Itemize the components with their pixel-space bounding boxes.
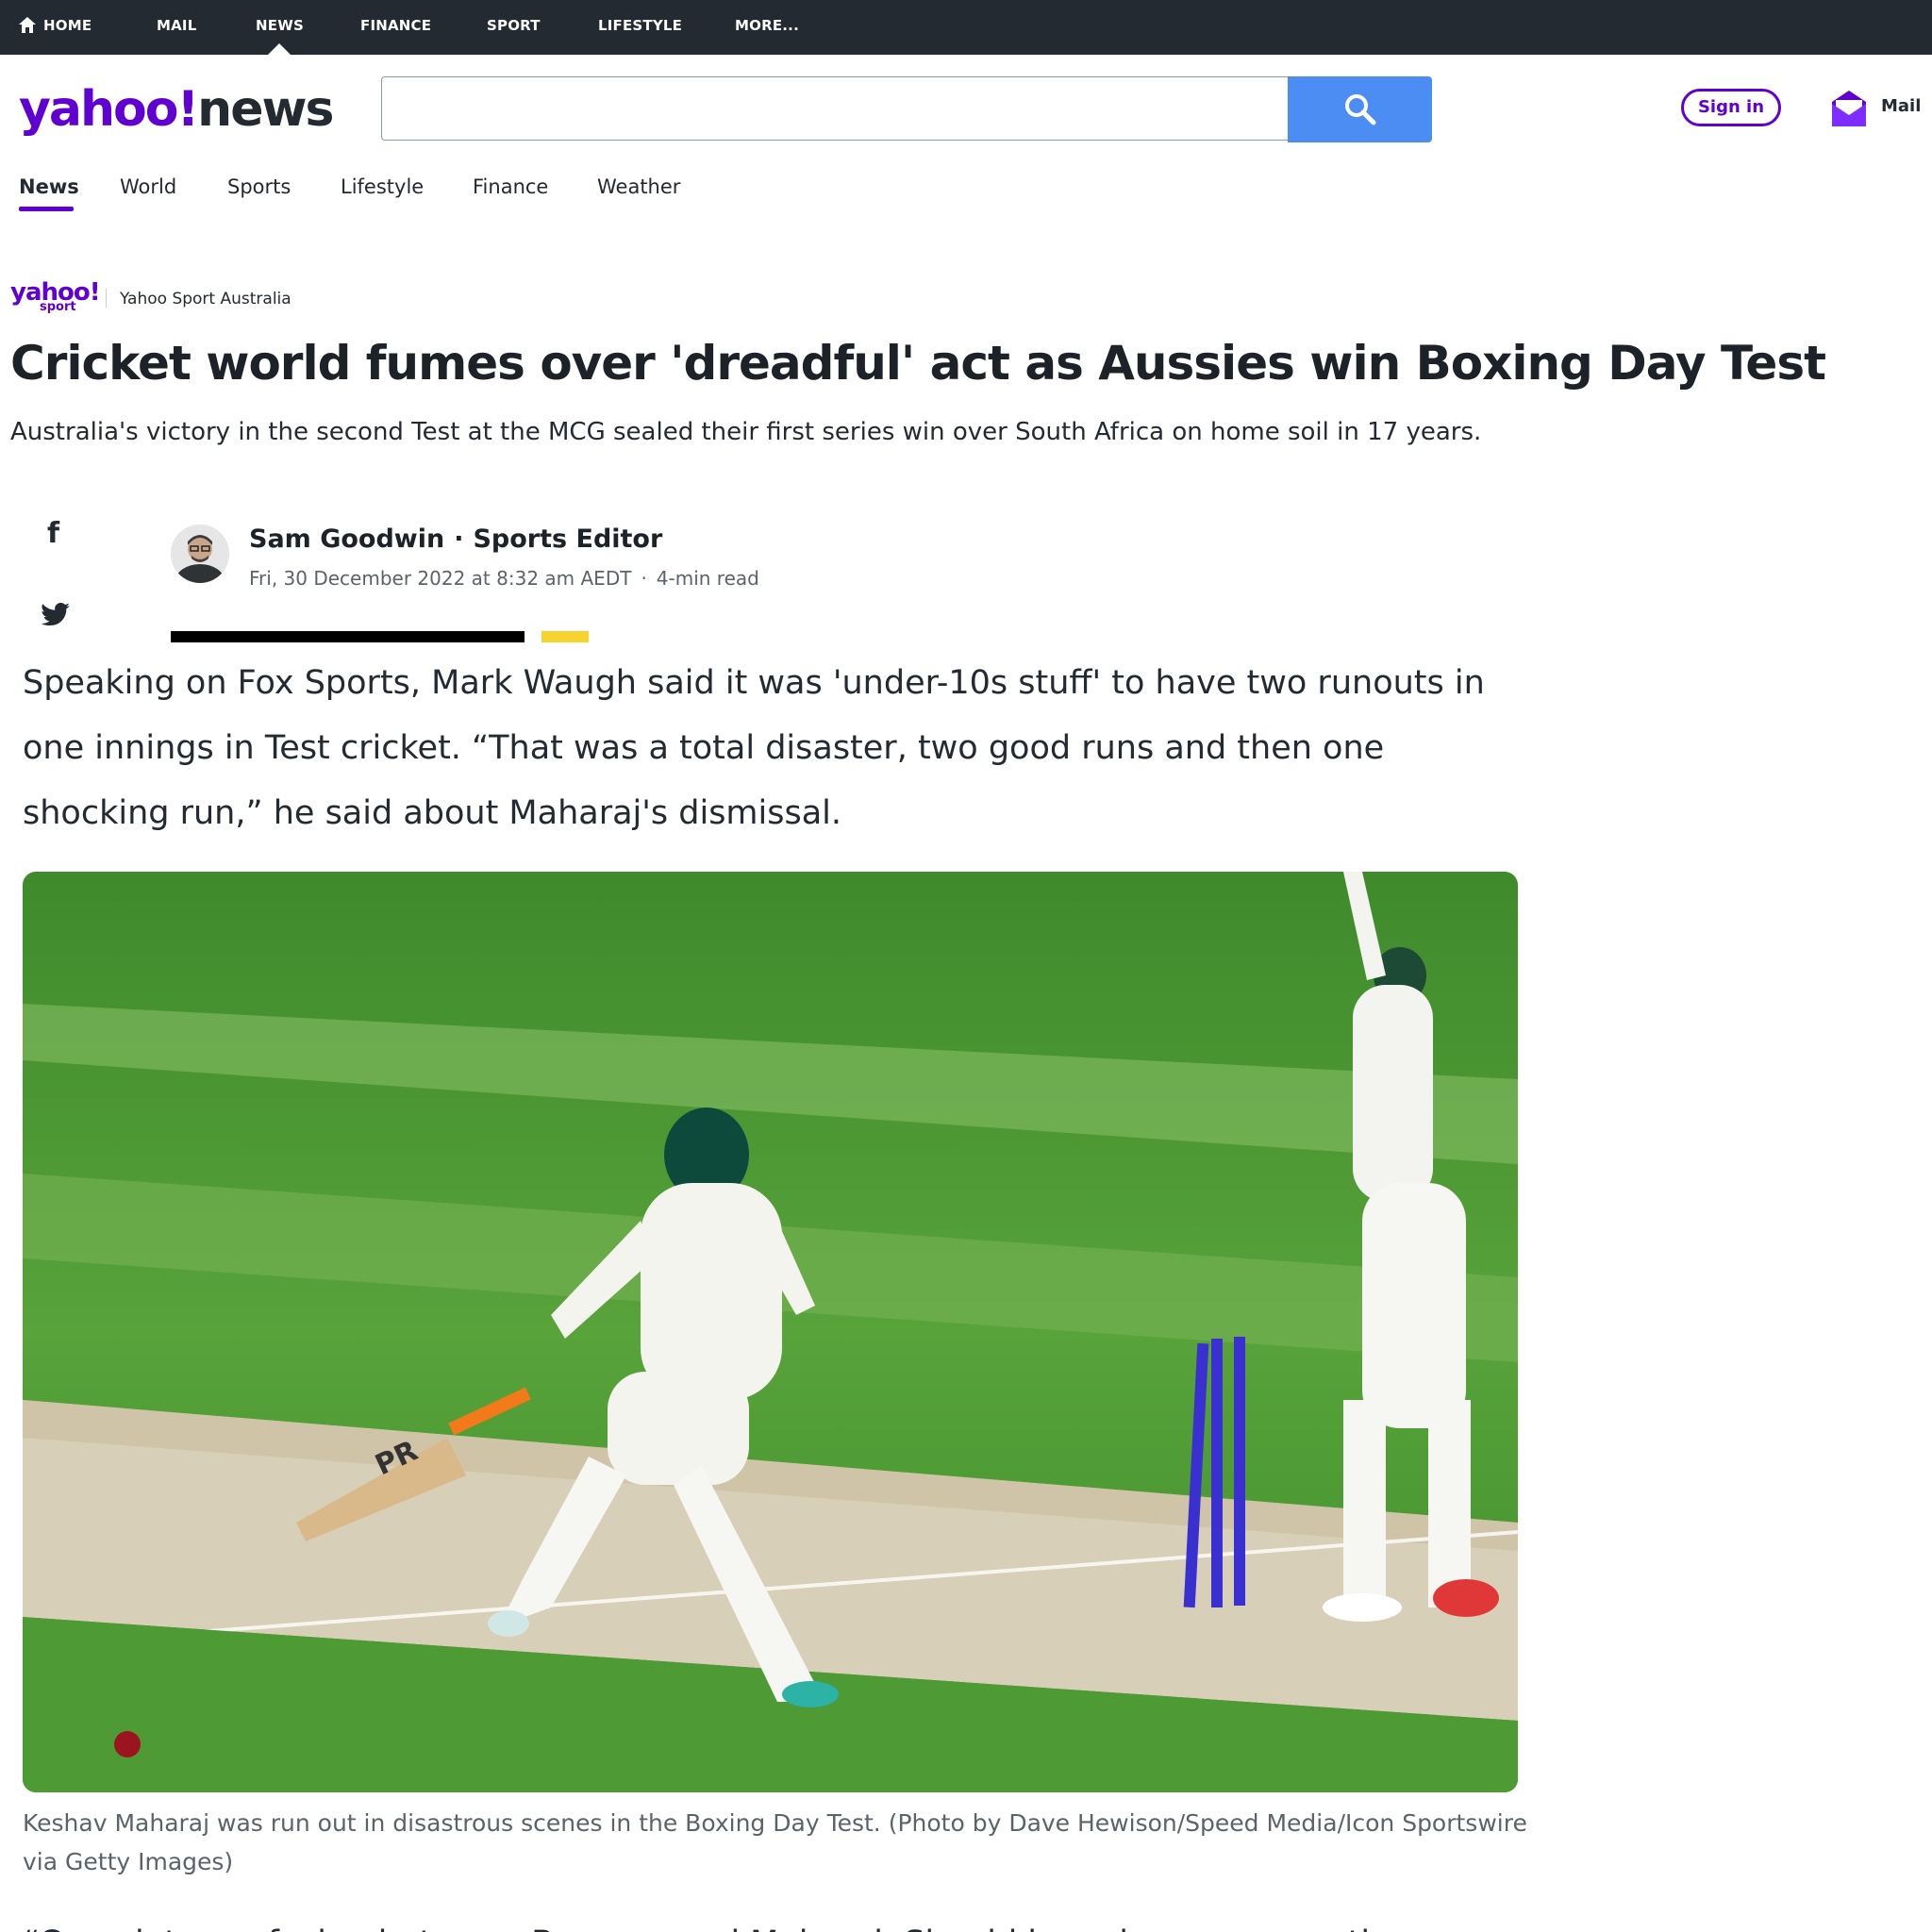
author-role: Sports Editor	[473, 525, 663, 554]
separator-dot: ·	[641, 567, 647, 590]
author-avatar[interactable]	[171, 525, 229, 583]
twitter-icon[interactable]	[42, 603, 70, 625]
topbar-item-lifestyle[interactable]: LIFESTYLE	[598, 0, 682, 55]
publish-date: Fri, 30 December 2022 at 8:32 am AEDT	[249, 567, 632, 590]
reading-progress-accent	[541, 631, 589, 642]
topbar-item-more[interactable]: MORE...	[735, 0, 799, 55]
topbar-item-finance[interactable]: FINANCE	[360, 0, 431, 55]
source-name: Yahoo Sport Australia	[120, 290, 291, 308]
facebook-icon[interactable]: f	[47, 517, 59, 550]
home-icon	[19, 17, 36, 33]
article-subheadline: Australia's victory in the second Test a…	[10, 418, 1482, 446]
topbar-item-home[interactable]: HOME	[19, 0, 92, 55]
article-meta: Fri, 30 December 2022 at 8:32 am AEDT · 4-…	[249, 567, 759, 590]
logo-news-text: news	[197, 81, 334, 138]
yahoo-news-logo[interactable]: yahoo!news	[19, 79, 334, 140]
yahoo-sport-logo-sub: sport	[40, 300, 76, 314]
author-name[interactable]: Sam Goodwin	[249, 525, 444, 554]
top-navigation-bar: HOME MAIL NEWS FINANCE SPORT LIFESTYLE M…	[0, 0, 1932, 55]
nav-item-world[interactable]: World	[120, 172, 176, 202]
source-divider	[106, 289, 107, 308]
topbar-item-mail[interactable]: MAIL	[157, 0, 196, 55]
nav-active-indicator	[19, 207, 74, 211]
search-input[interactable]	[381, 76, 1288, 141]
nav-item-lifestyle[interactable]: Lifestyle	[341, 172, 424, 202]
logo-yahoo-text: yahoo!	[19, 81, 199, 138]
nav-item-weather[interactable]: Weather	[597, 172, 680, 202]
next-paragraph-partial: “Complete confusion between Bavuma and M…	[23, 1911, 1532, 1932]
read-time: 4-min read	[656, 567, 759, 590]
article-headline: Cricket world fumes over 'dreadful' act …	[10, 336, 1826, 391]
author-photo-icon	[171, 525, 229, 583]
separator-dot: ·	[454, 525, 464, 554]
mail-icon[interactable]	[1830, 89, 1868, 128]
nav-item-finance[interactable]: Finance	[473, 172, 548, 202]
search-icon	[1344, 94, 1375, 125]
article-paragraph: Speaking on Fox Sports, Mark Waugh said …	[23, 664, 1485, 832]
topbar-item-label: HOME	[43, 17, 92, 34]
topbar-item-sport[interactable]: SPORT	[487, 0, 541, 55]
author-byline: Sam Goodwin · Sports Editor	[249, 525, 662, 554]
sign-in-button[interactable]: Sign in	[1681, 89, 1781, 126]
reading-progress-bar	[171, 631, 525, 642]
active-tab-caret	[268, 43, 291, 55]
nav-item-sports[interactable]: Sports	[227, 172, 291, 202]
mail-label[interactable]: Mail	[1881, 96, 1921, 116]
search-button[interactable]	[1288, 76, 1432, 142]
photo-caption: Keshav Maharaj was run out in disastrous…	[23, 1809, 1527, 1875]
article-photo[interactable]: PR	[23, 872, 1518, 1792]
nav-item-news[interactable]: News	[19, 172, 79, 202]
cricket-runout-image: PR	[23, 872, 1518, 1792]
